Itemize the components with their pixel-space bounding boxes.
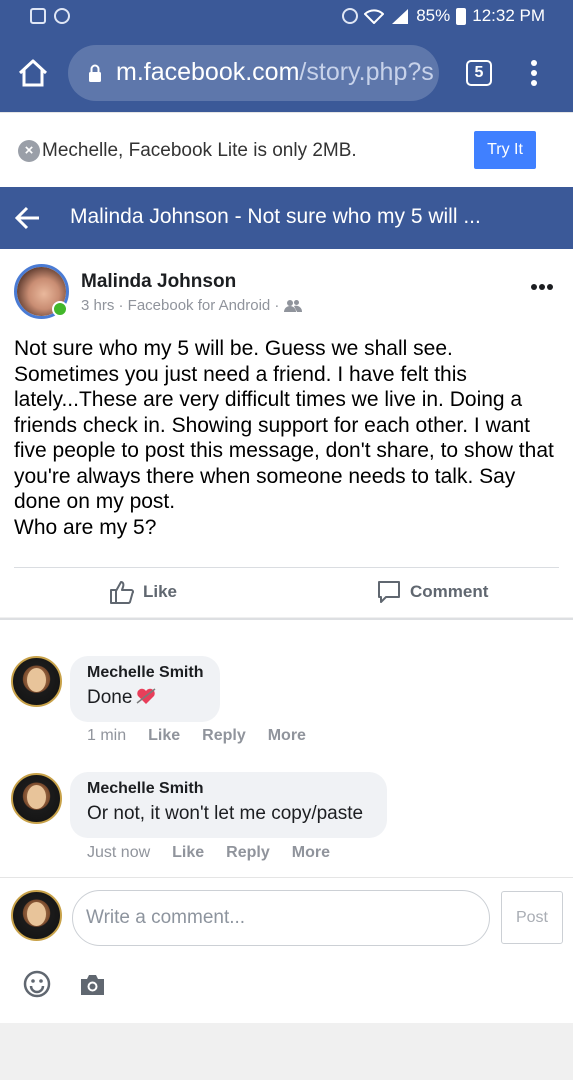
comment-actions: 1 min Like Reply More xyxy=(87,727,328,745)
page-background xyxy=(0,1023,573,1080)
thumbs-up-icon xyxy=(110,581,134,604)
comment-bubble: Mechelle Smith Or not, it won't let me c… xyxy=(70,772,387,838)
comment-input[interactable] xyxy=(72,890,490,946)
address-bar[interactable]: m.facebook.com/story.php?s xyxy=(68,45,439,101)
tab-switcher-button[interactable]: 5 xyxy=(466,60,492,86)
signal-icon xyxy=(392,9,409,24)
comment-reply-link[interactable]: Reply xyxy=(226,844,270,862)
friends-privacy-icon xyxy=(284,299,303,312)
clock: 12:32 PM xyxy=(472,6,545,25)
comment-bubble: Mechelle Smith Done xyxy=(70,656,220,722)
current-user-avatar xyxy=(11,890,62,941)
post-meta: 3 hrs · Facebook for Android · xyxy=(81,297,303,314)
comment-label: Comment xyxy=(410,582,489,601)
status-bar: 85% 12:32 PM xyxy=(0,0,573,34)
url-text: m.facebook.com/story.php?s xyxy=(116,58,434,87)
url-host: m.facebook.com xyxy=(116,58,300,86)
comment-reply-link[interactable]: Reply xyxy=(202,727,246,745)
divider xyxy=(0,877,573,878)
browser-toolbar: m.facebook.com/story.php?s 5 xyxy=(0,34,573,112)
try-it-button[interactable]: Try It xyxy=(474,131,536,169)
commenter-avatar[interactable] xyxy=(11,773,62,824)
comment-author[interactable]: Mechelle Smith xyxy=(87,664,204,682)
comment-icon xyxy=(378,581,400,603)
overflow-menu-icon[interactable] xyxy=(524,60,544,88)
comment-like-link[interactable]: Like xyxy=(148,727,180,745)
comment-author[interactable]: Mechelle Smith xyxy=(87,780,371,798)
wifi-icon xyxy=(364,9,385,24)
commenter-avatar[interactable] xyxy=(11,656,62,707)
online-status-badge xyxy=(52,301,68,317)
close-icon[interactable]: × xyxy=(18,140,40,162)
comment-more-link[interactable]: More xyxy=(268,727,306,745)
divider xyxy=(14,567,559,568)
post-body: Not sure who my 5 will be. Guess we shal… xyxy=(14,337,554,539)
emoji-icon[interactable] xyxy=(23,970,51,998)
comments-section: Mechelle Smith Done 1 min Like Reply Mor… xyxy=(0,618,573,1023)
camera-icon[interactable] xyxy=(79,973,106,997)
comment-time: 1 min xyxy=(87,727,127,744)
comment-button[interactable]: Comment xyxy=(376,579,488,605)
battery-percent: 85% xyxy=(416,6,451,25)
notification-icons xyxy=(30,8,70,24)
comment-time: Just now xyxy=(87,844,151,861)
lite-promo-banner: × Mechelle, Facebook Lite is only 2MB. T… xyxy=(0,112,573,187)
like-label: Like xyxy=(143,582,178,601)
promo-text: Mechelle, Facebook Lite is only 2MB. xyxy=(42,140,357,161)
post-author-name[interactable]: Malinda Johnson xyxy=(81,271,236,293)
url-path: /story.php?s xyxy=(299,58,434,86)
post-comment-button[interactable]: Post xyxy=(501,891,563,944)
page-title: Malinda Johnson - Not sure who my 5 will… xyxy=(70,205,481,228)
comment-text-value: Done xyxy=(87,687,133,708)
story-header: Malinda Johnson - Not sure who my 5 will… xyxy=(0,187,573,249)
home-icon[interactable] xyxy=(16,56,50,90)
status-indicators: 85% 12:32 PM xyxy=(342,6,545,26)
gallery-notification-icon xyxy=(30,8,46,24)
comment-actions: Just now Like Reply More xyxy=(87,844,352,862)
comment-more-link[interactable]: More xyxy=(292,844,330,862)
alarm-icon xyxy=(342,8,359,24)
back-arrow-icon[interactable] xyxy=(14,205,42,231)
comment-text: Done xyxy=(87,687,204,709)
comment-text: Or not, it won't let me copy/paste xyxy=(87,803,364,824)
lock-icon xyxy=(89,64,101,82)
post-timestamp: 3 hrs · Facebook for Android · xyxy=(81,297,280,314)
post-options-icon[interactable] xyxy=(531,277,557,290)
battery-icon xyxy=(456,7,467,25)
comment-like-link[interactable]: Like xyxy=(172,844,204,862)
heart-arrow-emoji-icon xyxy=(136,688,156,704)
messenger-notification-icon xyxy=(54,8,70,24)
post-card: Malinda Johnson 3 hrs · Facebook for And… xyxy=(0,249,573,617)
like-button[interactable]: Like xyxy=(109,579,177,605)
